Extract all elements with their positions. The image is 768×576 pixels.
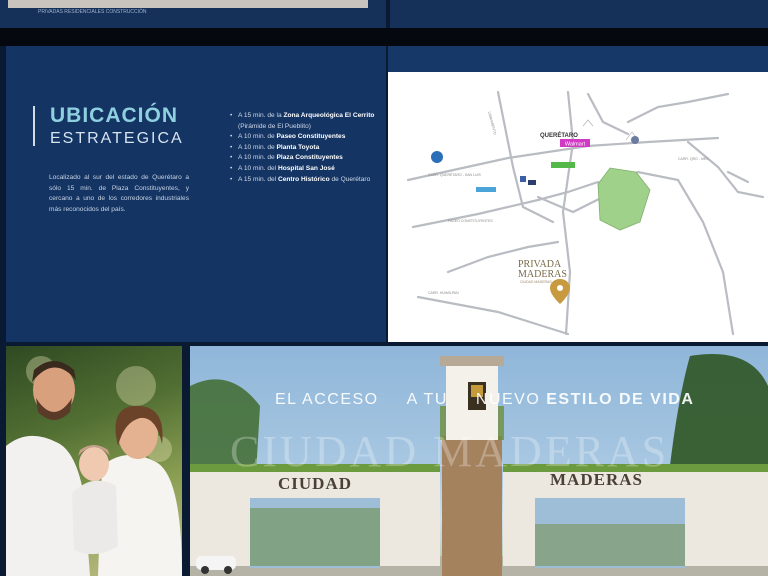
list-item: A 10 min. de Paseo Constituyentes [230, 132, 380, 143]
map-road [626, 92, 730, 124]
section-description: Localizado al sur del estado de Querétar… [49, 174, 189, 213]
map-road [586, 92, 630, 136]
road-label: LIBRAMIENTO [487, 111, 497, 135]
section-subtitle: ESTRATEGICA [50, 130, 184, 147]
city-label: QUERÉTARO [540, 131, 578, 139]
road-label: PASEO CONSTITUYENTES [448, 219, 493, 223]
landmark-icon [431, 151, 443, 163]
gate-sign-left: CIUDAD [278, 474, 352, 493]
landmark-icon [551, 162, 575, 168]
map-road [726, 170, 750, 184]
list-item: A 10 min. de Planta Toyota [230, 143, 380, 154]
brand-line2: MADERAS [518, 269, 567, 280]
section-title: UBICACIÓN [50, 104, 178, 127]
map-road [686, 140, 765, 199]
distance-list: A 15 min. de la Zona Arqueológica El Cer… [230, 111, 380, 185]
landmark-icon [476, 187, 496, 192]
title-accent-bar [33, 106, 35, 146]
park-area [597, 167, 651, 231]
landmark-icon [631, 136, 639, 144]
road-label: CARR. HUIMILPAN [428, 291, 459, 295]
location-map: Walmart QUERÉTARO PRIVADA MADERAS CIUDAD… [388, 72, 768, 342]
top-photo-strip [8, 0, 368, 8]
family-figures [6, 361, 182, 576]
top-left-panel: PRIVADAS RESIDENCIALES CONSTRUCCIÓN [0, 0, 386, 28]
hero-slogan: EL ACCESO A TU NUEVO ESTILO DE VIDA [275, 391, 695, 408]
map-graphic: Walmart QUERÉTARO PRIVADA MADERAS CIUDAD… [406, 90, 765, 336]
map-header-bar [388, 46, 768, 72]
top-right-panel [390, 0, 768, 28]
list-item: A 10 min. del Hospital San José [230, 164, 380, 175]
map-road [411, 180, 600, 229]
page-separator [0, 28, 768, 46]
location-pin-icon [550, 279, 570, 304]
map-road [416, 295, 570, 336]
location-panel: UBICACIÓN ESTRATEGICA Localizado al sur … [6, 46, 386, 342]
gate-sign-right: MADERAS [550, 470, 643, 489]
road-label: CARR. QRO - MÉX [678, 156, 709, 161]
family-photo [6, 346, 182, 576]
top-caption: PRIVADAS RESIDENCIALES CONSTRUCCIÓN [38, 9, 147, 15]
list-item: A 15 min. de la Zona Arqueológica El Cer… [230, 111, 380, 132]
road-label: CARR. QUERÉTARO - SAN LUIS [428, 172, 481, 177]
landmark-icon [520, 176, 526, 182]
list-item: A 10 min. de Plaza Constituyentes [230, 153, 380, 164]
brand-tag: CIUDAD MADERAS [520, 280, 552, 284]
landmark-icon [528, 180, 536, 185]
brand-marker: PRIVADA MADERAS CIUDAD MADERAS [518, 259, 570, 304]
hero-gate-photo: CIUDAD MADERAS EL ACCESO A TU NUEVO ESTILO… [190, 346, 768, 576]
list-item: A 15 min. del Centro Histórico de Querét… [230, 175, 380, 186]
svg-text:Walmart: Walmart [565, 142, 586, 148]
